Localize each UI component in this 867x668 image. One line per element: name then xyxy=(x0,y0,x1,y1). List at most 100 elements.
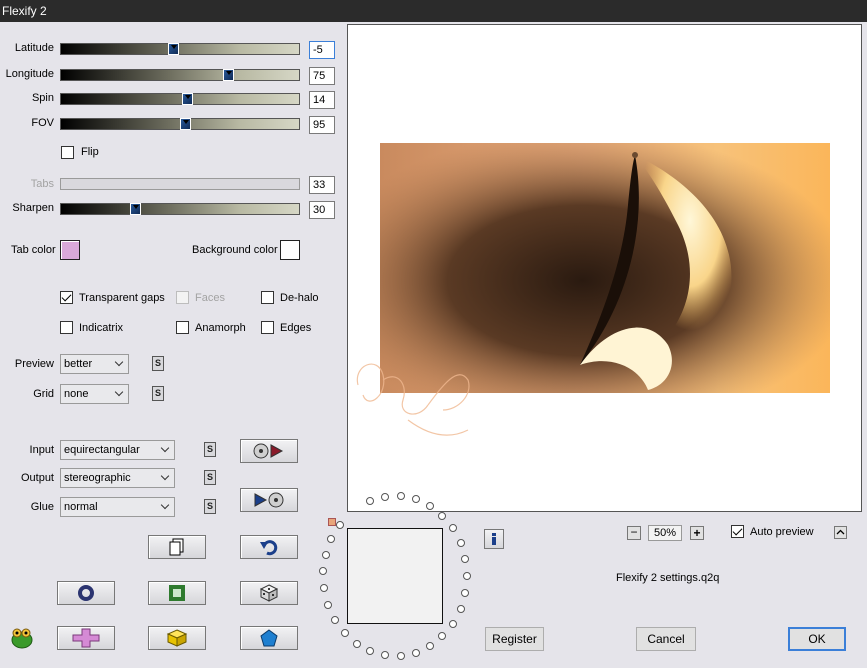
preset-dot[interactable] xyxy=(381,492,390,501)
random-button[interactable] xyxy=(240,581,298,605)
preset-dot[interactable] xyxy=(425,501,434,510)
spin-value[interactable]: 14 xyxy=(309,91,335,109)
anamorph-checkbox[interactable] xyxy=(176,321,189,334)
tab-color-swatch[interactable] xyxy=(60,240,80,260)
preset-dot[interactable] xyxy=(411,648,420,657)
preset-dot[interactable] xyxy=(461,555,470,564)
latitude-value[interactable]: -5 xyxy=(309,41,335,59)
output-s-button[interactable]: S xyxy=(204,470,216,485)
sharpen-slider[interactable] xyxy=(60,203,300,215)
cancel-button[interactable]: Cancel xyxy=(636,627,696,651)
play-disc-icon xyxy=(254,492,284,508)
preset-dot[interactable] xyxy=(461,588,470,597)
de-halo-checkbox[interactable] xyxy=(261,291,274,304)
anamorph-label: Anamorph xyxy=(195,322,246,334)
preset-dot[interactable] xyxy=(381,651,390,660)
preset-dot[interactable] xyxy=(330,615,339,624)
tabs-value[interactable]: 33 xyxy=(309,176,335,194)
ok-button[interactable]: OK xyxy=(788,627,846,651)
indicatrix-checkbox[interactable] xyxy=(60,321,73,334)
spin-slider-thumb[interactable] xyxy=(182,93,194,105)
preset-dot[interactable] xyxy=(456,605,465,614)
preset-dot[interactable] xyxy=(323,600,332,609)
flip-label: Flip xyxy=(81,146,99,158)
preset-dot-active[interactable] xyxy=(328,518,336,526)
zoom-out-button[interactable]: − xyxy=(627,526,641,540)
copy-button[interactable] xyxy=(148,535,206,559)
preset-dot[interactable] xyxy=(327,534,336,543)
preset-dot[interactable] xyxy=(396,651,405,660)
grid-s-button[interactable]: S xyxy=(152,386,164,401)
fov-value[interactable]: 95 xyxy=(309,116,335,134)
preset-dot[interactable] xyxy=(425,642,434,651)
longitude-slider-thumb[interactable] xyxy=(222,69,234,81)
preset-dot[interactable] xyxy=(456,538,465,547)
glue-s-button[interactable]: S xyxy=(204,499,216,514)
register-button[interactable]: Register xyxy=(485,627,544,651)
ring-icon xyxy=(78,585,94,601)
disc-play-icon xyxy=(253,443,284,459)
background-color-swatch[interactable] xyxy=(280,240,300,260)
pentagon-icon xyxy=(260,629,278,647)
sharpen-value[interactable]: 30 xyxy=(309,201,335,219)
preset-dot[interactable] xyxy=(448,524,457,533)
ring-button[interactable] xyxy=(57,581,115,605)
preview-canvas[interactable] xyxy=(347,24,862,512)
preset-dot[interactable] xyxy=(396,492,405,501)
longitude-slider[interactable] xyxy=(60,69,300,81)
transparent-gaps-checkbox[interactable] xyxy=(60,291,73,304)
cross-icon xyxy=(72,628,100,648)
preview-s-button[interactable]: S xyxy=(152,356,164,371)
cross-button[interactable] xyxy=(57,626,115,650)
glue-label: Glue xyxy=(30,501,54,513)
info-button[interactable] xyxy=(484,529,504,549)
undo-button[interactable] xyxy=(240,535,298,559)
caret-up-icon xyxy=(836,529,845,535)
pentagon-button[interactable] xyxy=(240,626,298,650)
preset-dot[interactable] xyxy=(321,550,330,559)
zoom-in-button[interactable]: + xyxy=(690,526,704,540)
cube-button[interactable] xyxy=(148,626,206,650)
sharpen-slider-thumb[interactable] xyxy=(129,203,141,215)
tab-color-label: Tab color xyxy=(11,244,56,256)
swap-input-button[interactable] xyxy=(240,439,298,463)
glue-select[interactable]: normal xyxy=(60,497,175,517)
preset-dot[interactable] xyxy=(335,520,344,529)
faces-label: Faces xyxy=(195,292,225,304)
preset-dot[interactable] xyxy=(438,632,447,641)
spin-slider[interactable] xyxy=(60,93,300,105)
preset-dot[interactable] xyxy=(411,495,420,504)
indicatrix-label: Indicatrix xyxy=(79,322,124,334)
input-projection-select[interactable]: equirectangular xyxy=(60,440,175,460)
preset-dot[interactable] xyxy=(319,567,328,576)
spin-label: Spin xyxy=(31,92,54,104)
preset-dot[interactable] xyxy=(448,619,457,628)
frog-plugin-icon[interactable] xyxy=(9,625,35,651)
thumbnail-preview[interactable] xyxy=(347,528,443,624)
swap-output-button[interactable] xyxy=(240,488,298,512)
info-icon xyxy=(492,533,496,545)
latitude-slider-thumb[interactable] xyxy=(167,43,179,55)
chevron-down-icon xyxy=(160,443,170,453)
preset-dot[interactable] xyxy=(463,572,471,580)
auto-preview-checkbox[interactable] xyxy=(731,525,744,538)
window-title: Flexify 2 xyxy=(2,4,47,18)
preset-dot[interactable] xyxy=(319,584,328,593)
preset-dot[interactable] xyxy=(438,511,447,520)
collapse-button[interactable] xyxy=(834,526,847,539)
grid-select[interactable]: none xyxy=(60,384,129,404)
fov-slider[interactable] xyxy=(60,118,300,130)
latitude-slider[interactable] xyxy=(60,43,300,55)
preset-dot[interactable] xyxy=(340,629,349,638)
preview-quality-select[interactable]: better xyxy=(60,354,129,374)
edges-checkbox[interactable] xyxy=(261,321,274,334)
fov-slider-thumb[interactable] xyxy=(179,118,191,130)
frame-button[interactable] xyxy=(148,581,206,605)
input-s-button[interactable]: S xyxy=(204,442,216,457)
longitude-value[interactable]: 75 xyxy=(309,67,335,85)
preset-dot[interactable] xyxy=(352,639,361,648)
preset-dot[interactable] xyxy=(366,647,375,656)
flip-checkbox[interactable] xyxy=(61,146,74,159)
output-projection-select[interactable]: stereographic xyxy=(60,468,175,488)
output-label: Output xyxy=(20,472,54,484)
